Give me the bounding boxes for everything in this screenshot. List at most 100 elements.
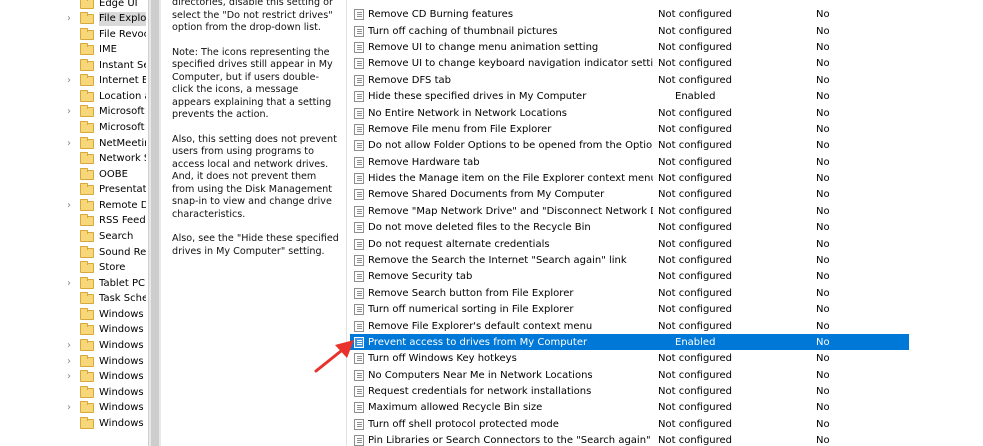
setting-name: Do not move deleted files to the Recycle… xyxy=(368,222,591,234)
setting-row[interactable]: Remove DFS tab Not configured No xyxy=(350,72,909,88)
setting-state: Not configured xyxy=(658,107,733,119)
policy-setting-icon xyxy=(354,189,364,201)
tree-item[interactable]: Windows Hello xyxy=(0,385,148,401)
chevron-right-icon[interactable]: › xyxy=(67,13,75,24)
setting-state: Not configured xyxy=(658,402,733,414)
tree-item[interactable]: RSS Feeds xyxy=(0,213,148,229)
description-paragraph-1: directories, disable this setting or sel… xyxy=(172,0,333,33)
setting-state: Not configured xyxy=(658,205,733,217)
setting-row[interactable]: Remove Shared Documents from My Computer… xyxy=(350,186,909,202)
setting-name: Remove File menu from File Explorer xyxy=(368,123,552,135)
tree-item-label: File Revocation xyxy=(99,28,146,40)
setting-row[interactable]: No Computers Near Me in Network Location… xyxy=(350,367,909,383)
setting-name: Turn off Windows Key hotkeys xyxy=(368,353,517,365)
tree-item[interactable]: › File Explorer xyxy=(0,11,148,27)
setting-row[interactable]: Request credentials for network installa… xyxy=(350,383,909,399)
setting-row[interactable]: Do not allow Folder Options to be opened… xyxy=(350,137,909,153)
chevron-right-icon[interactable]: › xyxy=(67,356,75,367)
tree-item[interactable]: Windows Installer xyxy=(0,416,148,432)
tree-item[interactable]: Edge UI xyxy=(0,0,148,11)
setting-name: Maximum allowed Recycle Bin size xyxy=(368,402,543,414)
tree-item[interactable]: › Windows Ink xyxy=(0,400,148,416)
chevron-right-icon[interactable]: › xyxy=(67,75,75,86)
setting-row[interactable]: Hide these specified drives in My Comput… xyxy=(350,88,909,104)
policy-setting-icon xyxy=(354,304,364,316)
setting-state: Not configured xyxy=(658,189,733,201)
tree-item[interactable]: Instant Search xyxy=(0,58,148,74)
setting-row[interactable]: Pin Libraries or Search Connectors to th… xyxy=(350,432,909,446)
setting-row[interactable]: Remove UI to change keyboard navigation … xyxy=(350,55,909,71)
tree-item[interactable]: Windows Calendar xyxy=(0,307,148,323)
setting-row[interactable]: Turn off Windows Key hotkeys Not configur… xyxy=(350,350,909,366)
tree-item[interactable]: IME xyxy=(0,42,148,58)
setting-row[interactable]: Remove File Explorer's default context m… xyxy=(350,318,909,334)
setting-row[interactable]: Remove File menu from File Explorer Not c… xyxy=(350,121,909,137)
tree-item[interactable]: › Windows Customer xyxy=(0,338,148,354)
chevron-right-icon[interactable]: › xyxy=(67,402,75,413)
chevron-right-icon[interactable]: › xyxy=(67,106,75,117)
tree-item[interactable]: › NetMeeting xyxy=(0,136,148,152)
pane-divider[interactable] xyxy=(346,0,347,446)
settings-list[interactable]: Remove CD Burning features Not configured… xyxy=(350,0,910,446)
setting-row[interactable]: Do not move deleted files to the Recycle… xyxy=(350,219,909,235)
chevron-right-icon[interactable]: › xyxy=(67,340,75,351)
setting-row[interactable]: Hides the Manage item on the File Explor… xyxy=(350,170,909,186)
tree-item[interactable]: › Windows Error xyxy=(0,369,148,385)
tree-item-label: OOBE xyxy=(99,168,128,180)
setting-row[interactable]: Maximum allowed Recycle Bin size Not conf… xyxy=(350,399,909,415)
tree-item[interactable]: Search xyxy=(0,229,148,245)
setting-name: Remove Shared Documents from My Computer xyxy=(368,189,605,201)
tree-item[interactable]: › Windows Defender xyxy=(0,354,148,370)
setting-row[interactable]: Remove "Map Network Drive" and "Disconne… xyxy=(350,203,909,219)
setting-row[interactable]: Remove UI to change menu animation setti… xyxy=(350,39,909,55)
chevron-right-icon[interactable]: › xyxy=(67,371,75,382)
chevron-right-icon[interactable]: › xyxy=(67,278,75,289)
setting-comment: No xyxy=(816,222,830,234)
setting-comment: No xyxy=(816,238,830,250)
setting-row[interactable]: Remove Security tab Not configured No xyxy=(350,268,909,284)
policy-setting-icon xyxy=(354,320,364,332)
policy-setting-icon xyxy=(354,205,364,217)
tree-item-label: Location and Sensors xyxy=(99,90,146,102)
setting-row[interactable]: Turn off shell protocol protected mode No… xyxy=(350,416,909,432)
tree-item[interactable]: File Revocation xyxy=(0,27,148,43)
setting-row[interactable]: Remove CD Burning features Not configured… xyxy=(350,6,909,22)
setting-row[interactable]: Remove the Search the Internet "Search a… xyxy=(350,252,909,268)
tree-item[interactable]: › Remote Desktop xyxy=(0,198,148,214)
setting-comment: No xyxy=(816,156,830,168)
setting-row[interactable]: Do not request alternate credentials Not … xyxy=(350,236,909,252)
tree-scrollbar[interactable] xyxy=(148,0,161,446)
setting-row[interactable]: Turn off caching of thumbnail pictures No… xyxy=(350,23,909,39)
tree-item[interactable]: › Tablet PC xyxy=(0,276,148,292)
category-tree[interactable]: Edge UI › File ExplorerFile Revocation IME I… xyxy=(0,0,148,446)
tree-item[interactable]: › Internet Explorer xyxy=(0,73,148,89)
chevron-right-icon[interactable]: › xyxy=(67,138,75,149)
setting-comment: No xyxy=(816,123,830,135)
chevron-right-icon[interactable]: › xyxy=(67,200,75,211)
tree-item-label: File Explorer xyxy=(99,12,146,27)
tree-item[interactable]: Store xyxy=(0,260,148,276)
setting-row[interactable]: Remove Search button from File Explorer N… xyxy=(350,285,909,301)
tree-item[interactable]: Windows Color System xyxy=(0,322,148,338)
tree-item[interactable]: Network Sharing xyxy=(0,151,148,167)
setting-state: Enabled xyxy=(675,336,716,348)
tree-scrollbar-thumb[interactable] xyxy=(151,0,159,446)
tree-item-label: Search xyxy=(99,231,134,243)
setting-name: Request credentials for network installa… xyxy=(368,386,592,398)
tree-item[interactable]: › Microsoft Edge xyxy=(0,104,148,120)
tree-item-label: Windows Customer xyxy=(99,340,146,352)
setting-row[interactable]: No Entire Network in Network Locations No… xyxy=(350,105,909,121)
tree-item[interactable]: OOBE xyxy=(0,167,148,183)
setting-state: Not configured xyxy=(658,156,733,168)
setting-row[interactable]: Remove Hardware tab Not configured No xyxy=(350,154,909,170)
tree-item[interactable]: Sound Recorder xyxy=(0,245,148,261)
folder-icon xyxy=(80,152,94,165)
setting-row[interactable]: Prevent access to drives from My Compute… xyxy=(350,333,909,351)
tree-item[interactable]: Task Scheduler xyxy=(0,291,148,307)
setting-row[interactable]: Turn off numerical sorting in File Explo… xyxy=(350,301,909,317)
tree-item[interactable]: Presentation Settings xyxy=(0,182,148,198)
tree-item[interactable]: Location and Sensors xyxy=(0,89,148,105)
setting-state: Not configured xyxy=(658,25,733,37)
tree-item[interactable]: Microsoft xyxy=(0,120,148,136)
description-paragraph-2: Note: The icons representing the specifi… xyxy=(172,46,333,121)
